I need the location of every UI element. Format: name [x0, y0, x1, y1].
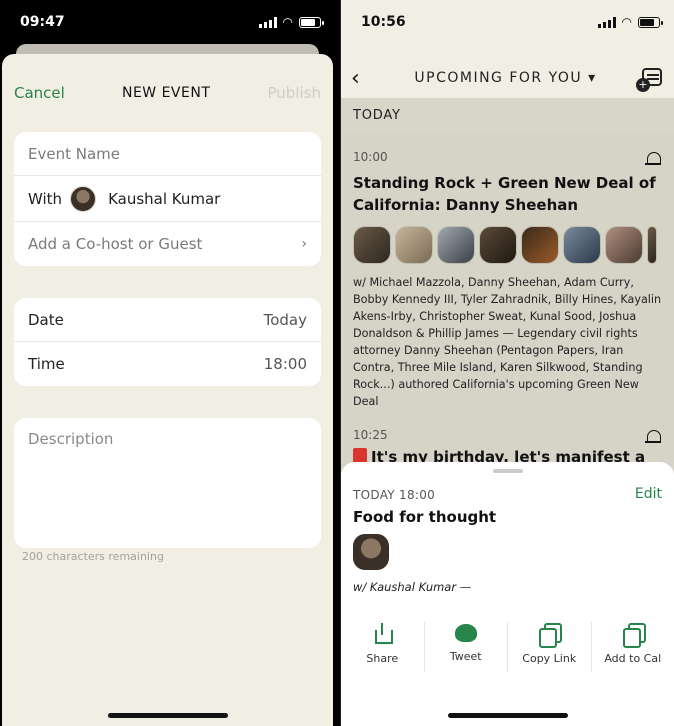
home-indicator [107, 713, 228, 718]
wifi-icon: ◠ [621, 15, 632, 29]
status-icons: ◠ [597, 15, 663, 29]
characters-remaining: 200 characters remaining [22, 550, 164, 563]
tweet-label: Tweet [449, 650, 482, 663]
upcoming-screen: 10:56 ◠ ‹ UPCOMING FOR YOU ▾ + TODAY 10:… [340, 0, 674, 726]
new-event-sheet: Cancel NEW EVENT Publish Event Name With… [2, 54, 333, 726]
share-label: Share [366, 652, 399, 665]
date-label: Date [28, 310, 64, 329]
event-feed: 10:00 Standing Rock + Green New Deal of … [341, 132, 674, 472]
cancel-button[interactable]: Cancel [14, 84, 65, 102]
with-label: With [28, 189, 63, 208]
sheet-with: w/ Kaushal Kumar — [353, 580, 472, 594]
twitter-bird-icon [454, 624, 477, 642]
signal-icon [258, 16, 277, 28]
event-name-field[interactable]: Event Name [14, 132, 321, 176]
page-title: NEW EVENT [121, 85, 211, 101]
top-nav: ‹ UPCOMING FOR YOU ▾ + [341, 56, 674, 100]
wifi-icon: ◠ [282, 15, 293, 29]
add-to-cal-label: Add to Cal [604, 652, 662, 665]
upcoming-dropdown[interactable]: UPCOMING FOR YOU ▾ [375, 70, 636, 86]
add-calendar-icon[interactable]: + [636, 64, 664, 92]
home-indicator [447, 713, 568, 718]
status-time: 09:47 [20, 14, 65, 30]
battery-icon [299, 16, 324, 28]
sheet-nav: Cancel NEW EVENT Publish [2, 76, 333, 110]
bell-icon[interactable] [644, 150, 662, 168]
tweet-button[interactable]: Tweet [425, 622, 508, 672]
avatar[interactable] [647, 226, 657, 264]
date-row[interactable]: Date Today [14, 298, 321, 342]
sheet-time: TODAY 18:00 [353, 488, 436, 502]
copy-link-icon [538, 622, 563, 648]
edit-button[interactable]: Edit [635, 486, 662, 502]
chevron-right-icon: › [301, 236, 307, 252]
avatar[interactable] [353, 534, 389, 570]
signal-icon [597, 16, 616, 28]
avatar[interactable] [479, 226, 517, 264]
event-detail-sheet: TODAY 18:00 Edit Food for thought w/ Kau… [341, 462, 674, 726]
event-details-card: Event Name With Kaushal Kumar Add a Co-h… [14, 132, 321, 266]
add-cohost-label: Add a Co-host or Guest [28, 235, 203, 253]
time-label: Time [28, 355, 65, 373]
sheet-title: Food for thought [353, 508, 497, 526]
share-actions: Share Tweet Copy Link Add to Cal [341, 622, 674, 672]
sheet-grabber[interactable] [492, 469, 523, 473]
event-description: w/ Michael Mazzola, Danny Sheehan, Adam … [353, 276, 662, 408]
status-bar: 10:56 ◠ [341, 0, 674, 44]
new-event-screen: 09:47 ◠ Cancel NEW EVENT Publish Event N… [0, 0, 335, 726]
status-bar: 09:47 ◠ [0, 0, 335, 44]
host-row: With Kaushal Kumar [14, 176, 321, 222]
event-name-placeholder: Event Name [28, 144, 120, 163]
schedule-card: Date Today Time 18:00 [14, 298, 321, 386]
copy-link-button[interactable]: Copy Link [508, 622, 592, 672]
time-row[interactable]: Time 18:00 [14, 342, 321, 386]
section-header: TODAY [341, 98, 674, 132]
avatar[interactable] [605, 226, 643, 264]
event-title: Standing Rock + Green New Deal of Califo… [353, 174, 656, 214]
event-item[interactable]: 10:00 Standing Rock + Green New Deal of … [353, 150, 662, 410]
speaker-avatars [353, 226, 662, 264]
status-time: 10:56 [361, 14, 406, 30]
avatar[interactable] [563, 226, 601, 264]
event-time: 10:25 [353, 428, 388, 442]
avatar[interactable] [437, 226, 475, 264]
add-cohost-button[interactable]: Add a Co-host or Guest › [14, 222, 321, 266]
bell-icon[interactable] [644, 428, 662, 446]
time-value: 18:00 [263, 355, 307, 373]
avatar[interactable] [395, 226, 433, 264]
description-field[interactable]: Description [14, 418, 321, 548]
calendar-icon [622, 622, 646, 648]
share-button[interactable]: Share [341, 622, 425, 672]
date-value: Today [263, 310, 307, 329]
event-item[interactable]: 10:25 It's my birthday, let's manifest a [353, 428, 662, 466]
avatar [70, 185, 97, 212]
avatar[interactable] [353, 226, 391, 264]
battery-icon [638, 16, 663, 28]
description-placeholder: Description [28, 430, 114, 448]
add-to-cal-button[interactable]: Add to Cal [592, 622, 674, 672]
host-name: Kaushal Kumar [108, 189, 221, 208]
publish-button[interactable]: Publish [268, 84, 321, 102]
copy-link-label: Copy Link [522, 652, 577, 665]
event-time: 10:00 [353, 150, 388, 164]
status-icons: ◠ [258, 15, 324, 29]
back-arrow-icon[interactable]: ‹ [351, 66, 375, 91]
share-icon [371, 622, 394, 644]
avatar[interactable] [521, 226, 559, 264]
